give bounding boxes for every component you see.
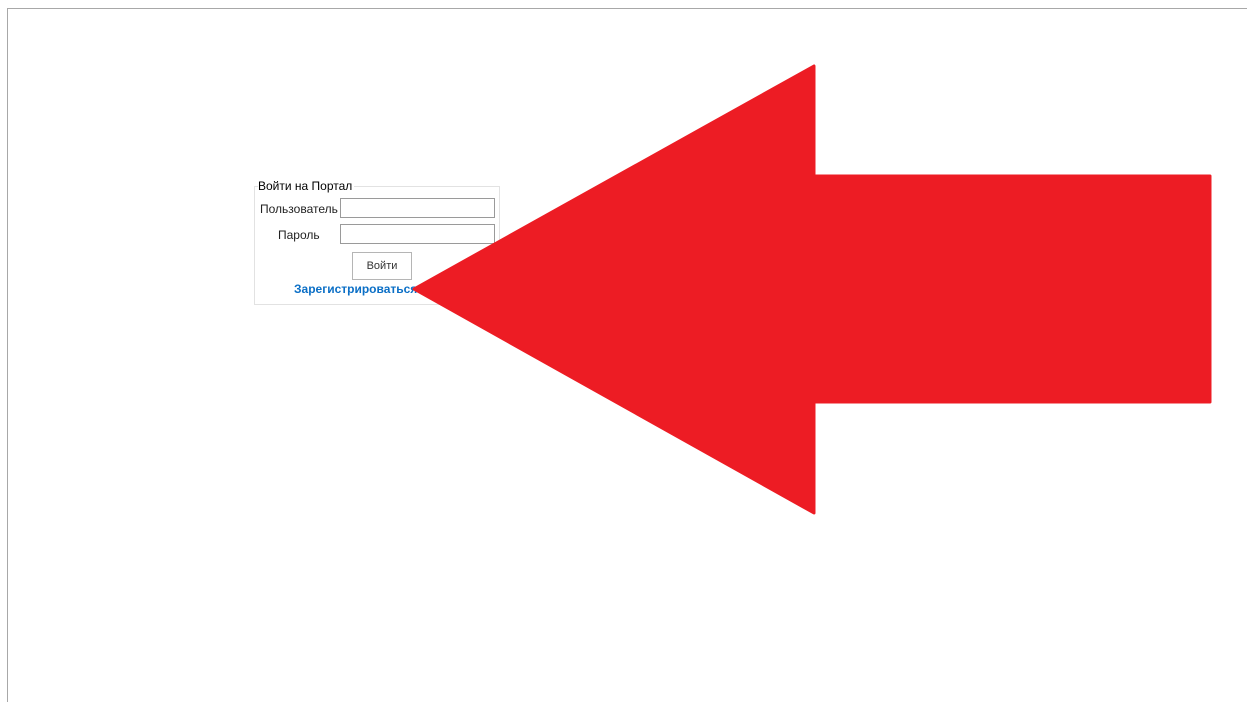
arrow-left-icon xyxy=(412,64,1212,515)
login-button[interactable]: Войти xyxy=(352,252,412,280)
frame-border-left xyxy=(7,8,8,702)
red-arrow-annotation xyxy=(412,64,1212,515)
username-label: Пользователь xyxy=(260,202,338,216)
frame-border-top xyxy=(7,8,1247,9)
username-input[interactable] xyxy=(340,198,495,218)
register-link[interactable]: Зарегистрироваться xyxy=(294,282,417,296)
password-input[interactable] xyxy=(340,224,495,244)
page: Войти на Портал Пользователь Пароль Войт… xyxy=(0,0,1247,702)
login-form-title: Войти на Портал xyxy=(258,179,355,193)
password-label: Пароль xyxy=(278,228,320,242)
